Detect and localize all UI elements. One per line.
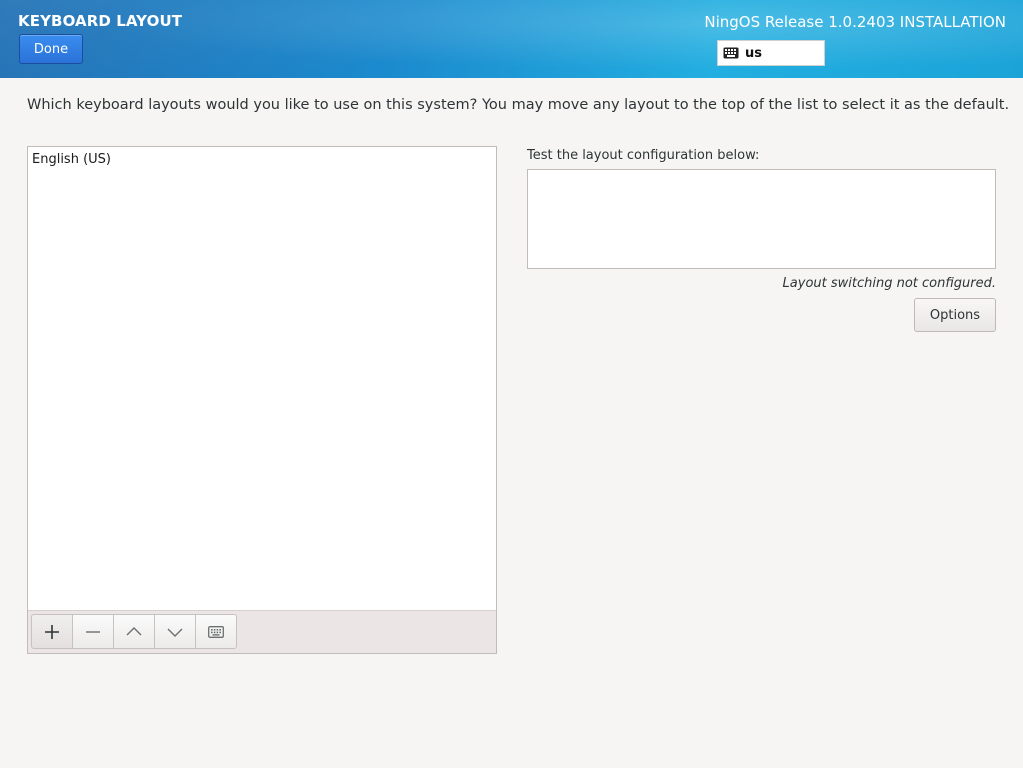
keyboard-layout-indicator[interactable]: us — [717, 40, 825, 66]
page-title: KEYBOARD LAYOUT — [18, 12, 183, 30]
minus-icon — [86, 630, 100, 633]
preview-layout-button[interactable] — [195, 614, 237, 649]
plus-icon — [45, 624, 59, 639]
move-up-button[interactable] — [113, 614, 155, 649]
keyboard-icon — [208, 625, 224, 638]
done-button[interactable]: Done — [19, 34, 83, 64]
layout-list[interactable]: English (US) — [28, 147, 496, 611]
layout-switching-status: Layout switching not configured. — [782, 276, 996, 291]
instructions-text: Which keyboard layouts would you like to… — [27, 97, 1010, 113]
test-layout-label: Test the layout configuration below: — [527, 148, 760, 163]
layout-list-item[interactable]: English (US) — [28, 147, 496, 171]
test-layout-input[interactable] — [527, 169, 996, 269]
move-down-button[interactable] — [154, 614, 196, 649]
layout-code: us — [745, 45, 762, 61]
header-bar: KEYBOARD LAYOUT Done NingOS Release 1.0.… — [0, 0, 1023, 78]
chevron-up-icon — [126, 626, 142, 635]
layout-list-toolbar — [28, 610, 496, 653]
options-button[interactable]: Options — [914, 298, 996, 332]
remove-layout-button[interactable] — [72, 614, 114, 649]
add-layout-button[interactable] — [31, 614, 73, 649]
release-title: NingOS Release 1.0.2403 INSTALLATION — [704, 13, 1006, 31]
layout-list-panel: English (US) — [27, 146, 497, 654]
chevron-down-icon — [167, 628, 183, 637]
keyboard-icon — [723, 47, 739, 59]
